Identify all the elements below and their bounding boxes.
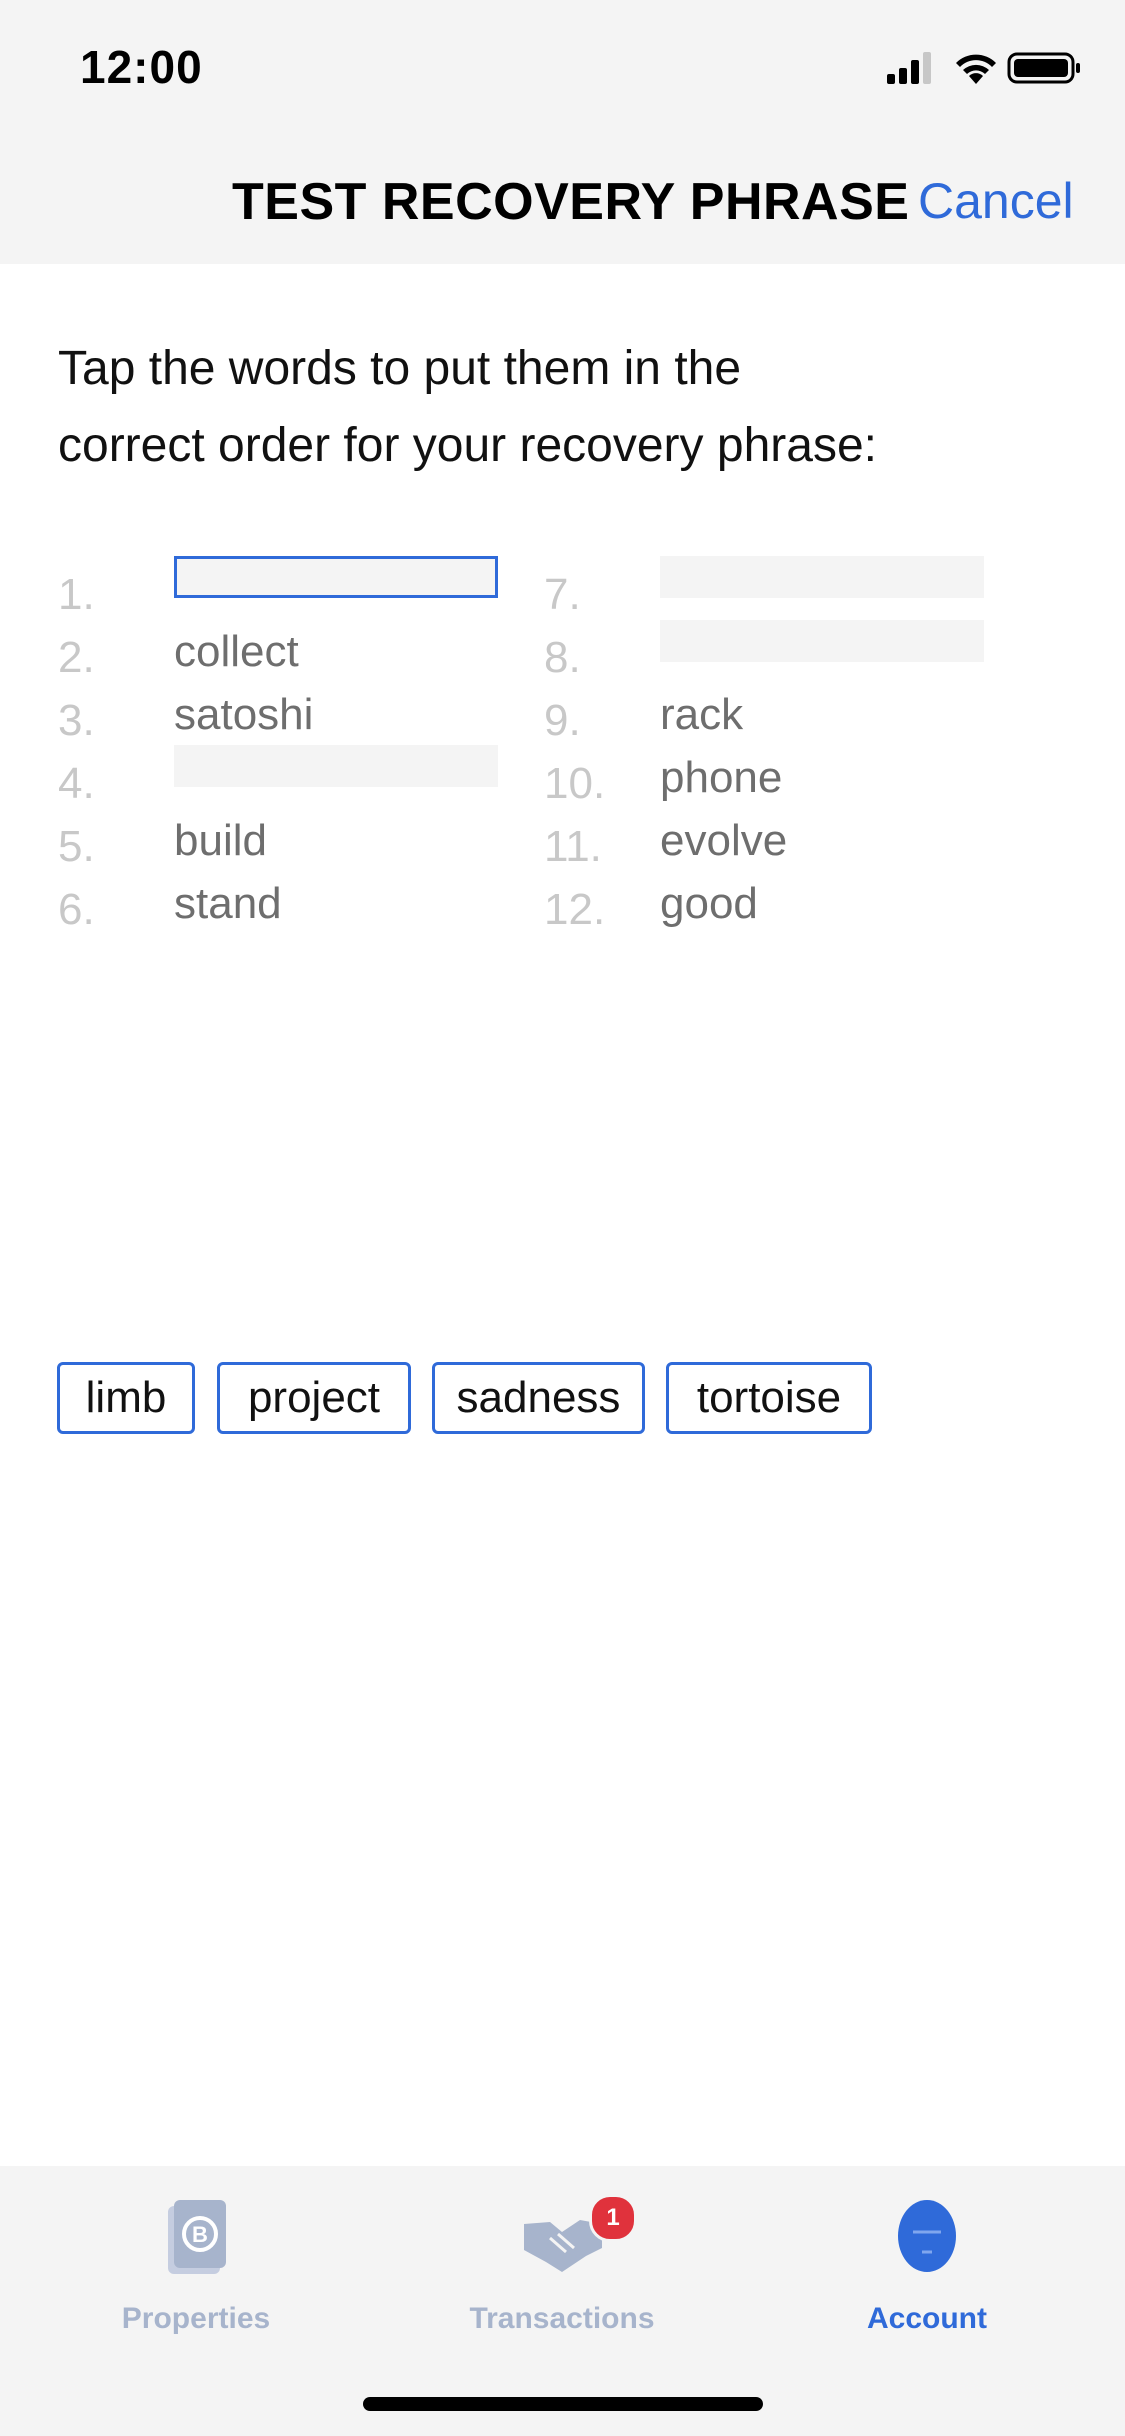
tab-label: Account bbox=[867, 2302, 987, 2335]
home-indicator[interactable] bbox=[363, 2397, 763, 2411]
word-chip-sadness[interactable]: sadness bbox=[432, 1362, 645, 1434]
phrase-number: 5. bbox=[58, 822, 95, 871]
instructions-text: Tap the words to put them in the correct… bbox=[58, 330, 1078, 484]
handshake-icon bbox=[412, 2196, 712, 2276]
wifi-icon bbox=[956, 54, 996, 84]
instructions-line-1: Tap the words to put them in the bbox=[58, 342, 742, 395]
status-time: 12:00 bbox=[80, 41, 203, 93]
phrase-slot-8[interactable]: 8. bbox=[544, 620, 984, 695]
nav-bar: TEST RECOVERY PHRASE Cancel bbox=[0, 140, 1125, 264]
phrase-slot-2[interactable]: 2. collect bbox=[58, 627, 498, 695]
phrase-word: build bbox=[174, 816, 267, 865]
phrase-word: rack bbox=[660, 690, 744, 739]
page-title: TEST RECOVERY PHRASE bbox=[232, 173, 910, 231]
phrase-number: 8. bbox=[544, 633, 581, 682]
phrase-word: evolve bbox=[660, 816, 788, 865]
phrase-slot-12[interactable]: 12. good bbox=[544, 879, 984, 947]
tab-label: Transactions bbox=[469, 2302, 655, 2335]
phrase-number: 1. bbox=[58, 570, 95, 619]
notification-badge: 1 bbox=[589, 2194, 637, 2242]
phrase-slot-11[interactable]: 11. evolve bbox=[544, 816, 984, 884]
phrase-word: collect bbox=[174, 627, 299, 676]
phrase-slot-6[interactable]: 6. stand bbox=[58, 879, 498, 947]
account-icon bbox=[777, 2196, 1077, 2276]
battery-icon bbox=[1007, 52, 1080, 84]
word-chip-limb[interactable]: limb bbox=[57, 1362, 195, 1434]
status-bar: 12:00 bbox=[0, 0, 1125, 140]
phrase-word: satoshi bbox=[174, 690, 314, 739]
instructions-line-2: correct order for your recovery phrase: bbox=[58, 419, 877, 472]
phrase-number: 2. bbox=[58, 633, 95, 682]
phrase-number: 12. bbox=[544, 885, 606, 934]
tab-label: Properties bbox=[121, 2302, 271, 2335]
tab-transactions[interactable]: 1 Transactions bbox=[412, 2194, 712, 2336]
phrase-slot-active-box[interactable] bbox=[174, 556, 498, 598]
phrase-slot-4[interactable]: 4. bbox=[58, 745, 498, 821]
phrase-number: 9. bbox=[544, 696, 581, 745]
phrase-word: stand bbox=[174, 879, 282, 928]
status-icons bbox=[885, 48, 1085, 88]
cancel-button[interactable]: Cancel bbox=[918, 172, 1074, 230]
properties-icon: B bbox=[46, 2196, 346, 2276]
phrase-slot-1[interactable]: 1. bbox=[58, 556, 498, 632]
phrase-number: 11. bbox=[544, 822, 602, 871]
phrase-number: 10. bbox=[544, 759, 606, 808]
phrase-number: 7. bbox=[544, 570, 581, 619]
phrase-slot-9[interactable]: 9. rack bbox=[544, 690, 984, 758]
word-chip-project[interactable]: project bbox=[217, 1362, 411, 1434]
phrase-slot-empty-box[interactable] bbox=[660, 620, 984, 662]
svg-text:B: B bbox=[192, 2222, 208, 2247]
phrase-number: 4. bbox=[58, 759, 95, 808]
phrase-slot-5[interactable]: 5. build bbox=[58, 816, 498, 884]
tab-account[interactable]: Account bbox=[777, 2196, 1077, 2336]
phrase-number: 6. bbox=[58, 885, 95, 934]
phrase-number: 3. bbox=[58, 696, 95, 745]
tab-properties[interactable]: B Properties bbox=[46, 2196, 346, 2336]
phrase-word: good bbox=[660, 879, 758, 928]
phrase-word: phone bbox=[660, 753, 783, 802]
phrase-slot-10[interactable]: 10. phone bbox=[544, 753, 984, 821]
signal-icon bbox=[887, 52, 931, 84]
tab-bar: B Properties 1 Transactions Account bbox=[0, 2166, 1125, 2436]
word-chip-tortoise[interactable]: tortoise bbox=[666, 1362, 872, 1434]
phrase-slot-empty-box[interactable] bbox=[174, 745, 498, 787]
phrase-slot-empty-box[interactable] bbox=[660, 556, 984, 598]
